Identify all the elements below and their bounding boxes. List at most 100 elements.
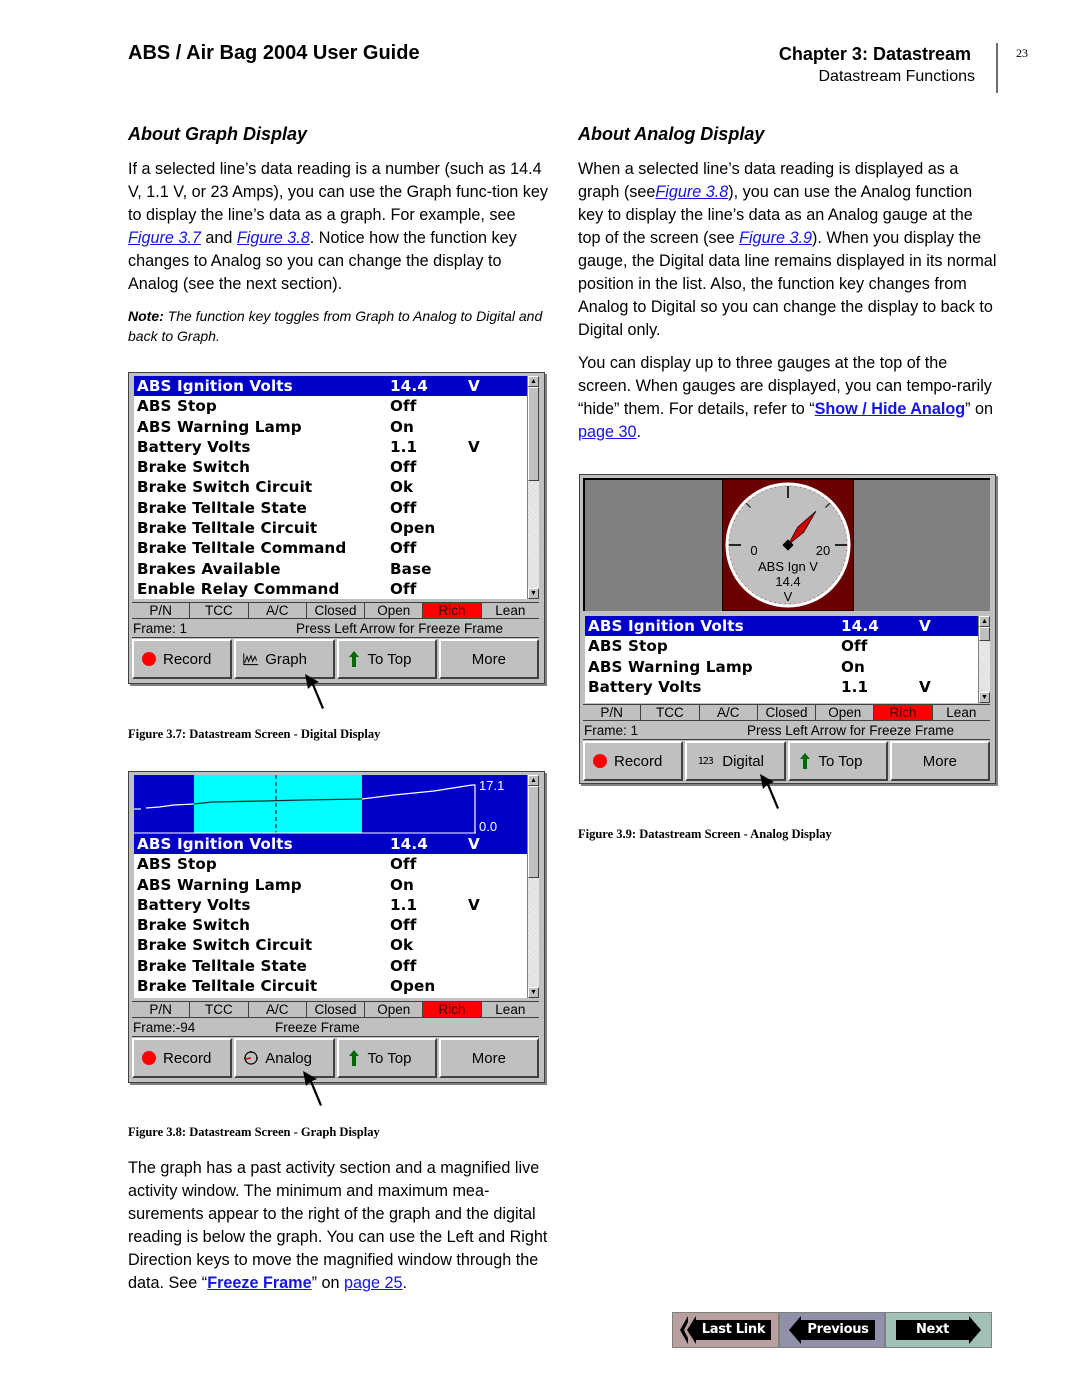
vertical-scrollbar[interactable]: ▲ ▼: [978, 616, 990, 703]
frame-counter: Frame: 1: [584, 723, 639, 738]
datastream-row[interactable]: Enable Relay Command Off: [134, 579, 527, 599]
parameter-name: ABS Ignition Volts: [137, 835, 293, 853]
datastream-row[interactable]: Battery Volts 1.1 V: [134, 437, 527, 457]
graph-min-label: 0.0: [479, 819, 497, 834]
scroll-up-button[interactable]: ▲: [528, 775, 539, 786]
heading-about-analog-display: About Analog Display: [578, 124, 765, 144]
label: Record: [163, 1049, 212, 1067]
status-indicator-bar: P/N TCC A/C Closed Open Rich Lean: [583, 704, 990, 721]
parameter-value: Open: [390, 977, 436, 996]
datastream-row[interactable]: Brakes Available Base: [134, 559, 527, 579]
link-figure-3-8[interactable]: Figure 3.8: [655, 183, 728, 201]
last-link-button[interactable]: Last Link: [672, 1312, 779, 1348]
text: If a selected line’s data reading is a n…: [128, 160, 548, 224]
more-button[interactable]: More: [438, 639, 539, 679]
datastream-list: ABS Ignition Volts 14.4 V ABS Stop Off ABS Wa…: [134, 376, 527, 599]
scroll-down-button[interactable]: ▼: [528, 588, 539, 599]
parameter-value: Off: [390, 579, 417, 598]
more-button[interactable]: More: [438, 1038, 539, 1078]
past-activity-trace: [145, 803, 195, 809]
scroll-down-button[interactable]: ▼: [528, 987, 539, 998]
more-button[interactable]: More: [889, 741, 990, 781]
frame-counter: Frame:-94: [133, 1020, 196, 1035]
scroll-thumb[interactable]: [979, 627, 990, 641]
text: and: [200, 229, 237, 247]
label: Record: [163, 650, 212, 668]
note: Note: The function key toggles from Grap…: [128, 306, 548, 346]
datastream-row[interactable]: Brake Switch Off: [134, 457, 527, 477]
link-figure-3-9[interactable]: Figure 3.9: [739, 229, 812, 247]
to-top-button[interactable]: To Top: [336, 639, 437, 679]
status-indicator: Open: [365, 603, 424, 618]
status-indicator: Rich: [874, 705, 933, 720]
datastream-row[interactable]: Brake Telltale State Off: [134, 956, 527, 976]
datastream-row[interactable]: ABS Stop Off: [585, 636, 978, 656]
record-icon: [141, 651, 157, 667]
datastream-row[interactable]: Brake Switch Circuit Ok: [134, 477, 527, 497]
datastream-row[interactable]: ABS Warning Lamp On: [134, 875, 527, 895]
link-figure-3-8[interactable]: Figure 3.8: [237, 229, 310, 247]
record-button[interactable]: Record: [132, 1038, 233, 1078]
datastream-row[interactable]: Brake Telltale Circuit Open: [134, 518, 527, 538]
datastream-row[interactable]: ABS Ignition Volts 14.4 V: [585, 616, 978, 637]
next-button[interactable]: Next: [885, 1312, 992, 1348]
datastream-row[interactable]: ABS Warning Lamp On: [585, 657, 978, 677]
record-button[interactable]: Record: [132, 639, 233, 679]
to-top-button[interactable]: To Top: [336, 1038, 437, 1078]
status-indicator-bar: P/N TCC A/C Closed Open Rich Lean: [132, 602, 539, 619]
datastream-row[interactable]: ABS Ignition Volts 14.4 V: [134, 834, 527, 855]
record-button[interactable]: Record: [583, 741, 684, 781]
previous-button[interactable]: Previous: [779, 1312, 885, 1348]
parameter-name: Battery Volts: [137, 895, 251, 914]
datastream-row[interactable]: Battery Volts 1.1 V: [134, 895, 527, 915]
scroll-thumb[interactable]: [528, 387, 539, 481]
datastream-row[interactable]: ABS Stop Off: [134, 854, 527, 874]
vertical-scrollbar[interactable]: ▲ ▼: [527, 376, 539, 599]
datastream-row[interactable]: Brake Telltale Circuit Open: [134, 976, 527, 996]
datastream-row[interactable]: Brake Telltale State Off: [134, 498, 527, 518]
scroll-up-button[interactable]: ▲: [979, 616, 990, 627]
datastream-row[interactable]: Brake Switch Off: [134, 915, 527, 935]
parameter-value: Off: [390, 539, 417, 558]
datastream-list: ABS Ignition Volts 14.4 V ABS Stop Off ABS Wa…: [134, 834, 527, 998]
datastream-row[interactable]: ABS Stop Off: [134, 396, 527, 416]
scroll-up-button[interactable]: ▲: [528, 376, 539, 387]
parameter-value: Off: [390, 916, 417, 935]
datastream-list: ABS Ignition Volts 14.4 V ABS Stop Off ABS Wa…: [585, 616, 978, 703]
link-freeze-frame[interactable]: Freeze Frame: [207, 1274, 311, 1292]
parameter-value: Base: [390, 559, 432, 578]
link-figure-3-7[interactable]: Figure 3.7: [128, 229, 201, 247]
scroll-thumb[interactable]: [528, 786, 539, 878]
pointer-arrow-icon: [305, 674, 324, 709]
parameter-value: Off: [390, 458, 417, 477]
datastream-row[interactable]: Brake Telltale Command Off: [134, 538, 527, 558]
status-indicator-bar: P/N TCC A/C Closed Open Rich Lean: [132, 1001, 539, 1018]
datastream-row[interactable]: Battery Volts 1.1 V: [585, 677, 978, 697]
parameter-name: Brake Telltale State: [137, 956, 307, 975]
datastream-row[interactable]: ABS Ignition Volts 14.4 V: [134, 376, 527, 397]
frame-message: Freeze Frame: [275, 1020, 360, 1035]
scroll-down-button[interactable]: ▼: [979, 692, 990, 703]
vertical-scrollbar[interactable]: ▲ ▼: [527, 775, 539, 998]
parameter-name: Brake Switch: [137, 458, 251, 477]
right-arrow-icon: [969, 1316, 982, 1344]
link-show-hide-analog[interactable]: Show / Hide Analog: [815, 400, 966, 418]
frame-bar: Frame: 1 Press Left Arrow for Freeze Fra…: [583, 722, 990, 740]
magnified-window[interactable]: [194, 775, 362, 833]
datastream-row[interactable]: Brake Switch Circuit Ok: [134, 935, 527, 955]
record-icon: [592, 753, 608, 769]
parameter-name: ABS Warning Lamp: [137, 875, 302, 894]
link-page-30[interactable]: page 30: [578, 423, 637, 441]
parameter-name: Brake Telltale Circuit: [137, 519, 318, 538]
recent-activity-trace: [361, 784, 476, 833]
link-page-25[interactable]: page 25: [344, 1274, 403, 1292]
digital-123-icon: 123: [697, 755, 714, 767]
analog-gauge: 0 20ABS Ign V14.4V: [722, 479, 854, 611]
frame-counter: Frame: 1: [133, 621, 188, 636]
to-top-button[interactable]: To Top: [787, 741, 888, 781]
parameter-name: Battery Volts: [588, 677, 702, 696]
datastream-row[interactable]: ABS Warning Lamp On: [134, 417, 527, 437]
status-indicator: A/C: [249, 603, 307, 618]
paragraph-graph-details: The graph has a past activity section an…: [128, 1157, 548, 1295]
parameter-name: Brake Telltale Command: [137, 539, 347, 558]
